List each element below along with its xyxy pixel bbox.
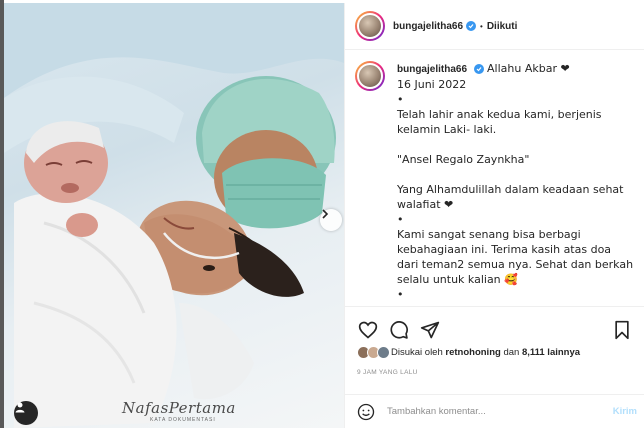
caption-line: • — [397, 93, 404, 106]
photo-watermark: NafasPertama — [122, 399, 236, 417]
like-button[interactable] — [357, 319, 379, 341]
caption-line: kebahagiaan ini. Terima kasih atas doa — [397, 243, 612, 256]
send-comment-button[interactable]: Kirim — [613, 406, 637, 417]
caption-line: Telah lahir anak kedua kami, berjenis — [397, 108, 602, 121]
liker-avatars[interactable] — [357, 346, 390, 359]
caption-area: bungajelitha66 Allahu Akbar ❤ 16 Juni 20… — [345, 51, 644, 306]
photo-watermark-subtitle: KATA DOKUMENTASI — [150, 417, 216, 423]
share-icon — [420, 321, 440, 338]
likes-count[interactable]: 8,111 lainnya — [522, 347, 580, 358]
chevron-right-icon — [322, 209, 329, 219]
caption-line: Yang Alhamdulillah dalam keadaan sehat — [397, 183, 624, 196]
header-separator: • — [480, 21, 483, 31]
likes-summary: Disukai oleh retnohoning dan 8,111 lainn… — [357, 346, 580, 359]
caption-line: walafiat ❤ — [397, 198, 454, 211]
author-avatar[interactable] — [355, 11, 385, 41]
author-username[interactable]: bungajelitha66 — [393, 21, 463, 32]
likes-prefix: Disukai oleh — [391, 347, 443, 358]
heart-icon — [358, 321, 378, 339]
caption-line — [397, 137, 633, 152]
verified-icon — [473, 64, 484, 74]
liker-username[interactable]: retnohoning — [445, 347, 500, 358]
save-button[interactable] — [611, 319, 633, 341]
comment-bar: Kirim — [345, 394, 644, 428]
post-timestamp[interactable]: 9 JAM YANG LALU — [357, 369, 418, 376]
comment-icon — [390, 320, 408, 339]
photo-illustration — [4, 3, 344, 428]
caption-line: "Ansel Regalo Zaynkha" — [397, 153, 530, 166]
caption-line: kelamin Laki- laki. — [397, 123, 497, 136]
caption-avatar[interactable] — [355, 61, 385, 91]
caption-line: selalu untuk kalian 🥰 — [397, 273, 518, 286]
caption-line: Kami sangat senang bisa berbagi — [397, 228, 581, 241]
emoji-button[interactable] — [357, 403, 375, 421]
user-tag-icon — [15, 402, 25, 413]
share-button[interactable] — [419, 319, 441, 341]
comment-button[interactable] — [388, 319, 410, 341]
verified-icon — [466, 21, 477, 31]
caption-line — [397, 167, 633, 182]
next-photo-button[interactable] — [320, 209, 342, 231]
avatar — [377, 346, 390, 359]
caption-line: 16 Juni 2022 — [397, 78, 467, 91]
caption-line: Allahu Akbar ❤ — [487, 62, 570, 75]
post-photo: NafasPertama KATA DOKUMENTASI — [4, 3, 344, 428]
caption-username[interactable]: bungajelitha66 — [397, 64, 467, 75]
likes-conjunction: dan — [503, 347, 520, 358]
post-actions — [345, 306, 644, 344]
emoji-icon — [357, 403, 375, 420]
comment-input[interactable] — [387, 406, 613, 417]
post-header: bungajelitha66 • Diikuti — [345, 3, 644, 50]
caption-line: • — [397, 213, 404, 226]
user-tags-button[interactable] — [14, 401, 38, 425]
post-side-panel: bungajelitha66 • Diikuti bungajelitha66 … — [344, 3, 644, 428]
caption-line: • — [397, 288, 404, 301]
bookmark-icon — [615, 320, 629, 339]
caption-text: bungajelitha66 Allahu Akbar ❤ 16 Juni 20… — [397, 61, 633, 302]
caption-line: dari teman2 semua nya. Sehat dan berkah — [397, 258, 634, 271]
follow-status-button[interactable]: Diikuti — [487, 21, 518, 32]
